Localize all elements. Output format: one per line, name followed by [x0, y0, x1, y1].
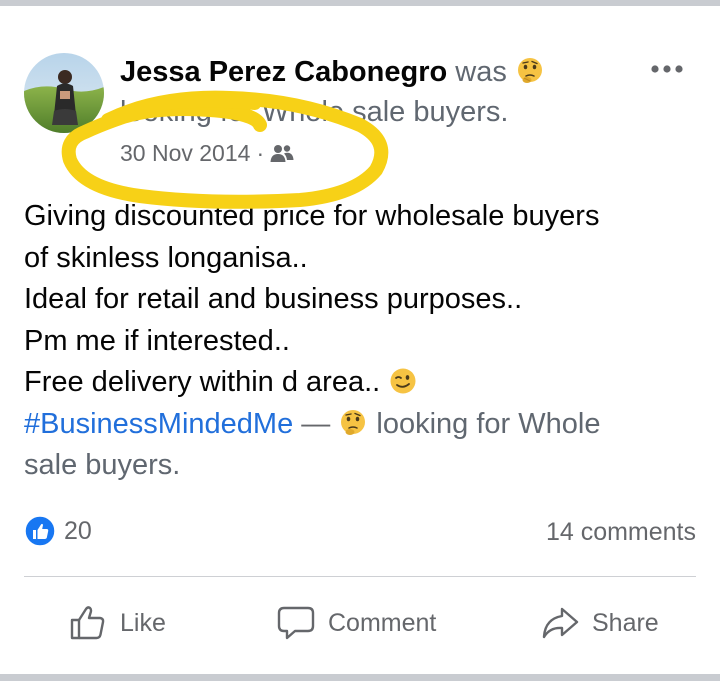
body-line-with-emoji: Free delivery within d area.. [24, 362, 704, 404]
like-badge-icon [24, 515, 56, 547]
avatar[interactable] [24, 53, 104, 133]
hashtag-link[interactable]: #BusinessMindedMe [24, 408, 293, 440]
share-button[interactable]: Share [540, 598, 659, 648]
comment-button[interactable]: Comment [276, 598, 436, 648]
friends-icon[interactable] [270, 140, 294, 162]
more-options-button[interactable] [645, 52, 689, 86]
comment-label: Comment [328, 608, 437, 637]
reaction-count: 20 [64, 516, 92, 545]
post-header-line: Jessa Perez Cabonegro was [120, 54, 545, 90]
feeling-text: looking for Whole sale buyers. [120, 96, 509, 128]
body-line: of skinless longanisa.. [24, 241, 308, 274]
comments-count[interactable]: 14 comments [546, 517, 696, 547]
more-horizontal-icon [651, 65, 683, 73]
body-line: Giving discounted price for wholesale bu… [24, 200, 600, 232]
share-arrow-icon [542, 607, 579, 639]
hashtag-line: #BusinessMindedMe — looking for Whole [24, 404, 704, 446]
post-body: Giving discounted price for wholesale bu… [24, 196, 704, 487]
like-label: Like [120, 608, 166, 637]
feeling-repeat: sale buyers. [24, 449, 181, 481]
divider [24, 576, 696, 577]
body-line: Ideal for retail and business purposes.. [24, 283, 523, 315]
feeling-repeat: looking for Whole [376, 407, 601, 440]
body-line: Pm me if interested.. [24, 324, 290, 357]
share-label: Share [592, 608, 659, 637]
post-meta: 30 Nov 2014 · [120, 138, 294, 168]
comment-bubble-icon [277, 606, 315, 640]
thinking-face-emoji-icon [515, 56, 545, 86]
reaction-summary[interactable]: 20 [24, 514, 92, 548]
bottom-separator [0, 674, 720, 681]
post-date[interactable]: 30 Nov 2014 [120, 140, 250, 166]
status-verb: was [455, 56, 507, 88]
winking-face-emoji-icon [388, 366, 418, 396]
body-line: Free delivery within d area.. [24, 366, 381, 398]
thinking-face-emoji-icon [338, 408, 368, 438]
meta-separator: · [256, 140, 265, 166]
thumbs-up-icon [70, 606, 105, 640]
author-name[interactable]: Jessa Perez Cabonegro [120, 56, 447, 88]
dash: — [301, 407, 331, 440]
like-button[interactable]: Like [68, 598, 166, 648]
